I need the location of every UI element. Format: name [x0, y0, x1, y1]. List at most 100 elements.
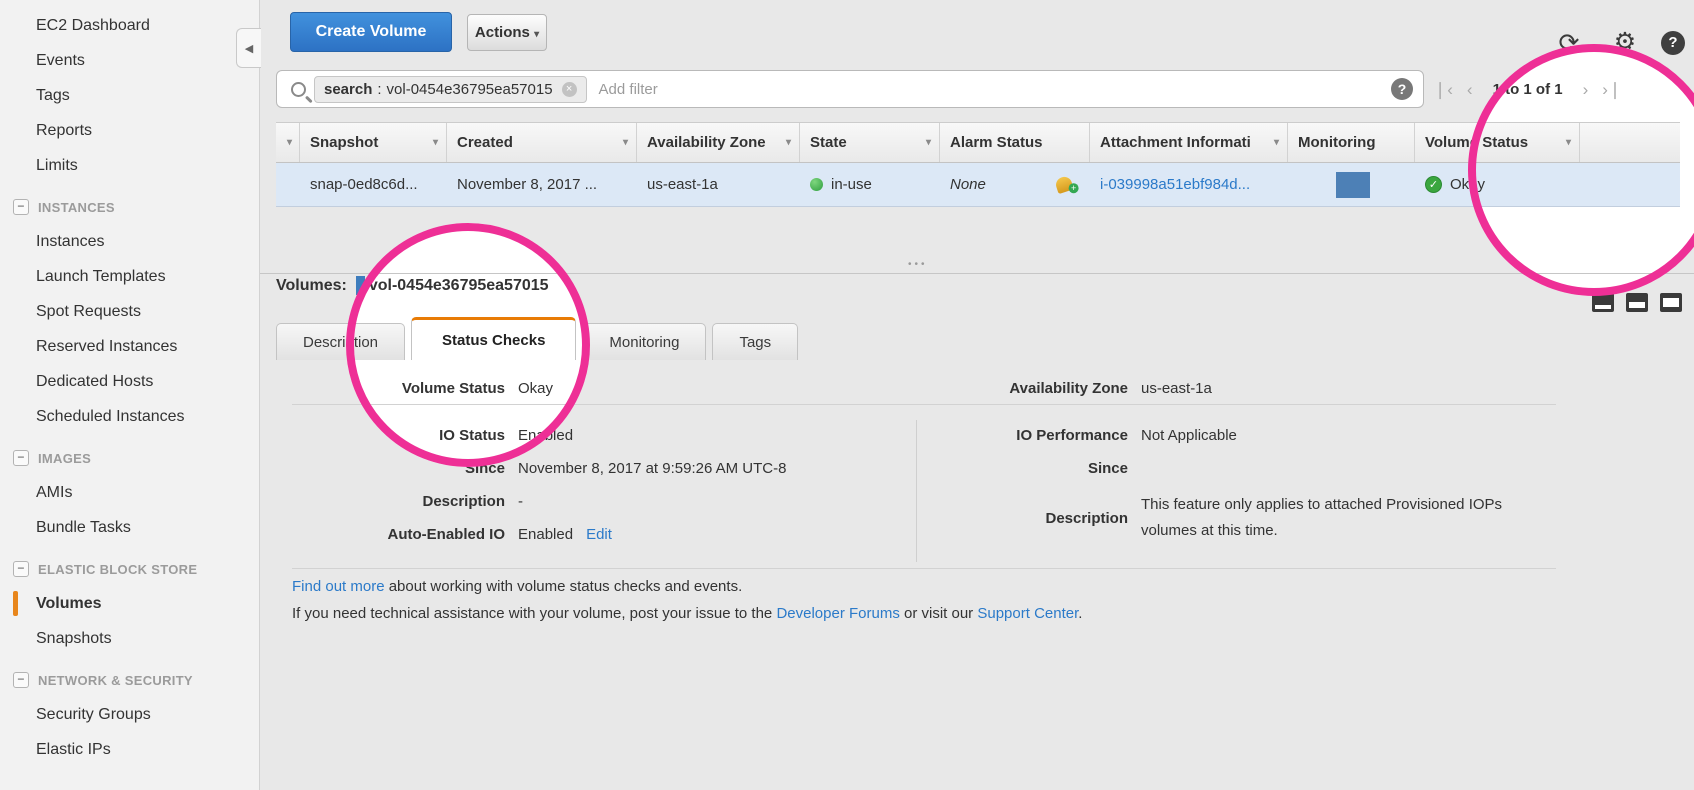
sidebar-collapse-button[interactable]: ◀ — [236, 28, 261, 68]
tab-tags[interactable]: Tags — [712, 323, 798, 360]
sidebar-item-dedicated-hosts[interactable]: Dedicated Hosts — [0, 364, 259, 399]
sidebar-section-elastic-block-store[interactable]: − ELASTIC BLOCK STORE — [0, 552, 259, 586]
tab-status-checks[interactable]: Status Checks — [411, 317, 576, 360]
sort-icon: ▾ — [433, 137, 438, 148]
sidebar-item-security-groups[interactable]: Security Groups — [0, 697, 259, 732]
field-since-right: Since — [916, 452, 1616, 485]
pagination: ❘‹ ‹ 1 to 1 of 1 › ›❘ — [1433, 70, 1673, 108]
footer-text: If you need technical assistance with yo… — [292, 605, 776, 622]
field-label: Description — [916, 510, 1128, 527]
sidebar-item-tags[interactable]: Tags — [0, 78, 259, 113]
gear-icon[interactable]: ⚙ — [1612, 29, 1638, 55]
sidebar-item-volumes[interactable]: Volumes — [0, 586, 259, 621]
column-label: Snapshot — [310, 134, 378, 151]
sidebar-item-bundle-tasks[interactable]: Bundle Tasks — [0, 510, 259, 545]
chevron-down-icon: ▾ — [534, 29, 539, 40]
field-value: This feature only applies to attached Pr… — [1141, 492, 1551, 544]
close-icon[interactable]: × — [562, 82, 577, 97]
developer-forums-link[interactable]: Developer Forums — [776, 605, 899, 622]
column-header-alarm-status[interactable]: Alarm Status — [940, 123, 1090, 162]
volume-row-selected[interactable]: snap-0ed8c6d... November 8, 2017 ... us-… — [276, 163, 1680, 207]
sidebar-section-instances[interactable]: − INSTANCES — [0, 190, 259, 224]
active-item-indicator — [13, 591, 18, 616]
volume-status-value: Okay — [1450, 176, 1485, 193]
sidebar-section-network-security[interactable]: − NETWORK & SECURITY — [0, 663, 259, 697]
footer-text: or visit our — [900, 605, 978, 622]
status-checks-fields-top-right: Availability Zone us-east-1a — [916, 372, 1556, 405]
sidebar-item-amis[interactable]: AMIs — [0, 475, 259, 510]
collapse-minus-icon: − — [13, 199, 29, 215]
sort-icon: ▾ — [623, 137, 628, 148]
sidebar-item-scheduled-instances[interactable]: Scheduled Instances — [0, 399, 259, 434]
sidebar-item-ec2-dashboard[interactable]: EC2 Dashboard — [0, 8, 259, 43]
search-icon — [291, 82, 306, 97]
sort-icon: ▾ — [926, 137, 931, 148]
add-filter-placeholder[interactable]: Add filter — [599, 81, 1391, 98]
refresh-icon[interactable]: ⟳ — [1556, 30, 1582, 56]
tab-monitoring[interactable]: Monitoring — [582, 323, 706, 360]
monitoring-cell — [1288, 163, 1415, 206]
actions-button[interactable]: Actions ▾ — [467, 14, 547, 51]
field-value: - — [518, 493, 523, 510]
search-help-icon[interactable]: ? — [1391, 78, 1413, 100]
attachment-instance-link[interactable]: i-039998a51ebf984d... — [1100, 176, 1250, 193]
collapse-arrow-icon: ◀ — [245, 42, 253, 55]
sidebar-section-images[interactable]: − IMAGES — [0, 441, 259, 475]
column-label: Availability Zone — [647, 134, 766, 151]
row-select-cell[interactable] — [276, 163, 300, 206]
status-checks-fields-right: IO Performance Not Applicable Since Desc… — [916, 419, 1616, 551]
column-header-monitoring[interactable]: Monitoring — [1288, 123, 1415, 162]
search-filter-chip[interactable]: search : vol-0454e36795ea57015 × — [314, 76, 587, 103]
field-value: Enabled — [518, 427, 573, 444]
column-header-created[interactable]: Created▾ — [447, 123, 637, 162]
sidebar-section-label: ELASTIC BLOCK STORE — [38, 562, 197, 577]
table-header-row: ▾ Snapshot▾ Created▾ Availability Zone▾ … — [276, 122, 1680, 163]
pane-splitter-handle[interactable]: ••• — [260, 258, 1694, 274]
create-alarm-bell-icon[interactable] — [1054, 175, 1074, 194]
created-cell: November 8, 2017 ... — [447, 163, 637, 206]
sidebar-item-events[interactable]: Events — [0, 43, 259, 78]
create-volume-button[interactable]: Create Volume — [290, 12, 452, 52]
find-out-more-link[interactable]: Find out more — [292, 578, 385, 595]
sidebar-item-elastic-ips[interactable]: Elastic IPs — [0, 732, 259, 767]
field-description-right: Description This feature only applies to… — [916, 485, 1616, 551]
pagination-next-button[interactable]: › — [1583, 81, 1589, 98]
sidebar-item-reserved-instances[interactable]: Reserved Instances — [0, 329, 259, 364]
pagination-last-button[interactable]: ›❘ — [1602, 81, 1622, 98]
layout-full-pane-icon[interactable] — [1660, 293, 1682, 312]
detail-title-label: Volumes: — [276, 277, 347, 295]
help-icon[interactable]: ? — [1661, 31, 1685, 55]
column-label: Alarm Status — [950, 134, 1043, 151]
edit-link[interactable]: Edit — [586, 526, 612, 543]
column-header-volume-status[interactable]: Volume Status▾ — [1415, 123, 1580, 162]
filter-value: vol-0454e36795ea57015 — [387, 81, 553, 98]
column-header-availability-zone[interactable]: Availability Zone▾ — [637, 123, 800, 162]
sidebar-item-instances[interactable]: Instances — [0, 224, 259, 259]
status-checks-fields-top-left: Volume Status Okay — [276, 372, 916, 405]
footer-text: . — [1078, 605, 1082, 622]
support-center-link[interactable]: Support Center — [977, 605, 1078, 622]
divider — [292, 568, 1556, 569]
column-header-attachment-information[interactable]: Attachment Informati▾ — [1090, 123, 1288, 162]
column-header-snapshot[interactable]: Snapshot ▾ — [300, 123, 447, 162]
layout-bottom-pane-icon[interactable] — [1592, 293, 1614, 312]
alarm-status-value: None — [950, 176, 986, 193]
divider — [292, 404, 1556, 405]
tab-description[interactable]: Description — [276, 323, 405, 360]
pagination-first-button[interactable]: ❘‹ — [1433, 81, 1453, 98]
sidebar-item-snapshots[interactable]: Snapshots — [0, 621, 259, 656]
sidebar-item-limits[interactable]: Limits — [0, 148, 259, 183]
footer-text: about working with volume status checks … — [385, 578, 743, 595]
field-auto-enabled-io: Auto-Enabled IO Enabled Edit — [276, 518, 916, 551]
layout-split-pane-icon[interactable] — [1626, 293, 1648, 312]
column-header-state[interactable]: State▾ — [800, 123, 940, 162]
sidebar-section-label: IMAGES — [38, 451, 91, 466]
search-filter-bar[interactable]: search : vol-0454e36795ea57015 × Add fil… — [276, 70, 1424, 108]
monitoring-sparkline-icon[interactable] — [1336, 172, 1370, 198]
sidebar-item-spot-requests[interactable]: Spot Requests — [0, 294, 259, 329]
column-header-select[interactable]: ▾ — [276, 123, 300, 162]
sidebar-item-launch-templates[interactable]: Launch Templates — [0, 259, 259, 294]
pagination-prev-button[interactable]: ‹ — [1467, 81, 1473, 98]
field-io-performance: IO Performance Not Applicable — [916, 419, 1616, 452]
sidebar-item-reports[interactable]: Reports — [0, 113, 259, 148]
